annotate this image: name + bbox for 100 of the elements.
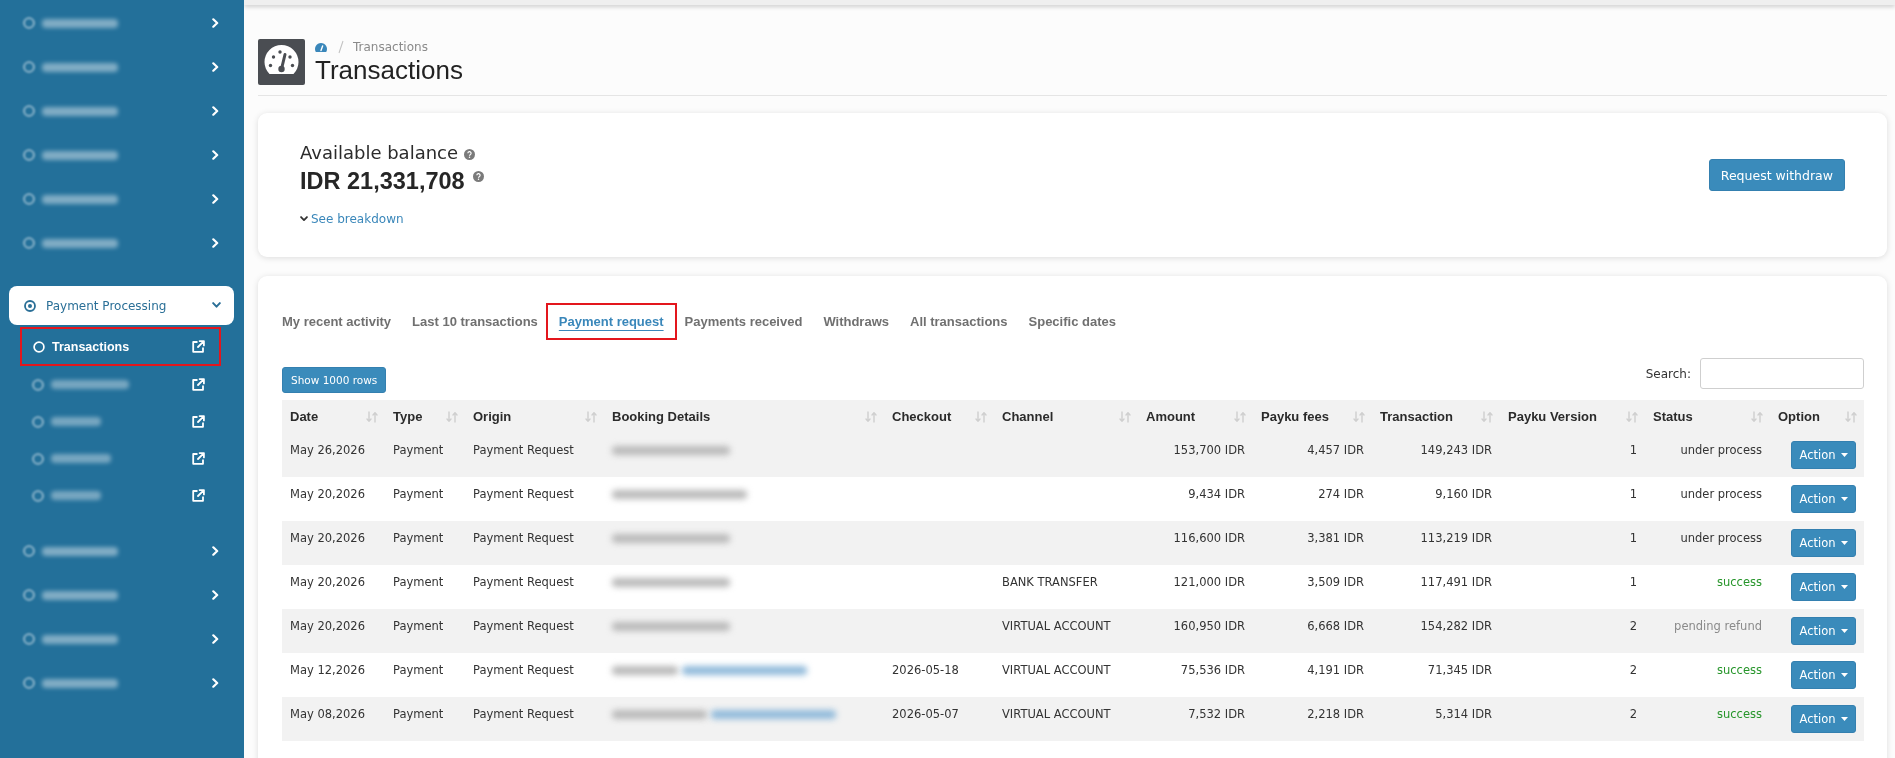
external-link-icon	[192, 378, 205, 391]
tab[interactable]: Specific dates	[1028, 314, 1116, 329]
table-cell: May 08,2026	[282, 697, 385, 741]
column-header[interactable]: Amount	[1138, 400, 1253, 433]
table-cell: 2	[1500, 653, 1645, 697]
sidebar-group[interactable]: Payment Processing	[9, 286, 234, 325]
show-rows-button[interactable]: Show 1000 rows	[282, 367, 387, 393]
table-cell: Payment	[385, 521, 465, 565]
table-cell: Payment Request	[465, 565, 604, 609]
circle-icon	[32, 489, 44, 502]
table-cell: Payment Request	[465, 653, 604, 697]
table-cell: 4,191 IDR	[1253, 653, 1372, 697]
table-cell: Payment	[385, 477, 465, 521]
action-button[interactable]: Action	[1791, 573, 1856, 601]
table-cell: 113,219 IDR	[1372, 521, 1500, 565]
sort-icon	[366, 410, 378, 423]
table-cell: Payment Request	[465, 521, 604, 565]
column-header[interactable]: Option	[1770, 400, 1864, 433]
breadcrumb-link[interactable]: Transactions	[353, 40, 428, 54]
gauge-icon[interactable]	[314, 41, 328, 53]
chevron-right-icon[interactable]	[212, 678, 219, 688]
circle-icon	[23, 61, 35, 73]
table-cell: BANK TRANSFER	[994, 565, 1138, 609]
chevron-right-icon[interactable]	[212, 590, 219, 600]
tab[interactable]: Payments received	[684, 314, 803, 329]
table-cell: 154,282 IDR	[1372, 609, 1500, 653]
caret-icon	[1840, 629, 1848, 633]
column-header[interactable]: Checkout	[884, 400, 994, 433]
sort-icon	[1751, 410, 1763, 423]
breakdown-link[interactable]: See breakdown	[300, 209, 404, 229]
search-field[interactable]	[1700, 358, 1864, 389]
caret-icon	[1840, 497, 1848, 501]
circle-icon	[32, 415, 44, 428]
circle-icon	[23, 633, 35, 645]
table-cell: Payment Request	[465, 609, 604, 653]
column-header[interactable]: Booking Details	[604, 400, 884, 433]
table-cell: 6,668 IDR	[1253, 609, 1372, 653]
table-cell: May 20,2026	[282, 477, 385, 521]
action-button[interactable]: Action	[1791, 485, 1856, 513]
action-button[interactable]: Action	[1791, 617, 1856, 645]
balance-label: Available balance	[300, 141, 459, 165]
sort-icon	[446, 410, 458, 423]
table-cell: May 20,2026	[282, 609, 385, 653]
chevron-right-icon[interactable]	[212, 238, 219, 248]
column-header[interactable]: Origin	[465, 400, 604, 433]
caret-icon	[1840, 673, 1848, 677]
column-header[interactable]: Payku Version	[1500, 400, 1645, 433]
chevron-right-icon[interactable]	[212, 150, 219, 160]
action-button[interactable]: Action	[1791, 441, 1856, 469]
caret-icon	[1840, 541, 1848, 545]
sort-icon	[1353, 410, 1365, 423]
circle-icon	[23, 589, 35, 601]
table-cell: May 20,2026	[282, 565, 385, 609]
column-header[interactable]: Type	[385, 400, 465, 433]
chevron-right-icon[interactable]	[212, 194, 219, 204]
request-withdraw-button[interactable]: Request withdraw	[1708, 159, 1845, 191]
action-button[interactable]: Action	[1791, 661, 1856, 689]
chevron-down-icon	[300, 216, 308, 222]
sort-icon	[1845, 410, 1857, 423]
table-cell: 1	[1500, 565, 1645, 609]
chevron-down-icon	[212, 302, 221, 309]
column-header[interactable]: Payku fees	[1253, 400, 1372, 433]
chevron-right-icon[interactable]	[212, 18, 219, 28]
tab[interactable]: My recent activity	[282, 314, 392, 329]
tab[interactable]: Last 10 transactions	[412, 314, 538, 329]
column-header[interactable]: Status	[1645, 400, 1770, 433]
chevron-right-icon[interactable]	[212, 62, 219, 72]
table-cell: Payment	[385, 697, 465, 741]
tab[interactable]: Payment request	[558, 314, 664, 329]
table-cell: 153,700 IDR	[1138, 433, 1253, 477]
table-cell: Payment	[385, 433, 465, 477]
table-cell: 3,381 IDR	[1253, 521, 1372, 565]
table-cell: 2	[1500, 697, 1645, 741]
balance-amount: IDR 21,331,708	[300, 167, 465, 196]
chevron-right-icon[interactable]	[212, 634, 219, 644]
tab[interactable]: All transactions	[910, 314, 1008, 329]
action-button[interactable]: Action	[1791, 529, 1856, 557]
table-cell: 71,345 IDR	[1372, 653, 1500, 697]
table-cell: 7,532 IDR	[1138, 697, 1253, 741]
sort-icon	[1234, 410, 1246, 423]
target-icon	[24, 299, 36, 312]
column-header[interactable]: Date	[282, 400, 385, 433]
circle-icon	[33, 340, 45, 353]
column-header[interactable]: Transaction	[1372, 400, 1500, 433]
help-icon	[472, 171, 484, 182]
circle-icon	[23, 677, 35, 689]
status-text: under process	[1645, 433, 1770, 477]
status-text: success	[1645, 653, 1770, 697]
action-button[interactable]: Action	[1791, 705, 1856, 733]
circle-icon	[23, 193, 35, 205]
tab[interactable]: Withdraws	[823, 314, 889, 329]
table-cell: 2	[1500, 609, 1645, 653]
column-header[interactable]: Channel	[994, 400, 1138, 433]
chevron-right-icon[interactable]	[212, 106, 219, 116]
table-cell: 1	[1500, 521, 1645, 565]
chevron-right-icon[interactable]	[212, 546, 219, 556]
table-cell: 5,314 IDR	[1372, 697, 1500, 741]
caret-icon	[1840, 453, 1848, 457]
sidebar-item[interactable]: Transactions	[22, 329, 219, 364]
table-cell: 1	[1500, 433, 1645, 477]
